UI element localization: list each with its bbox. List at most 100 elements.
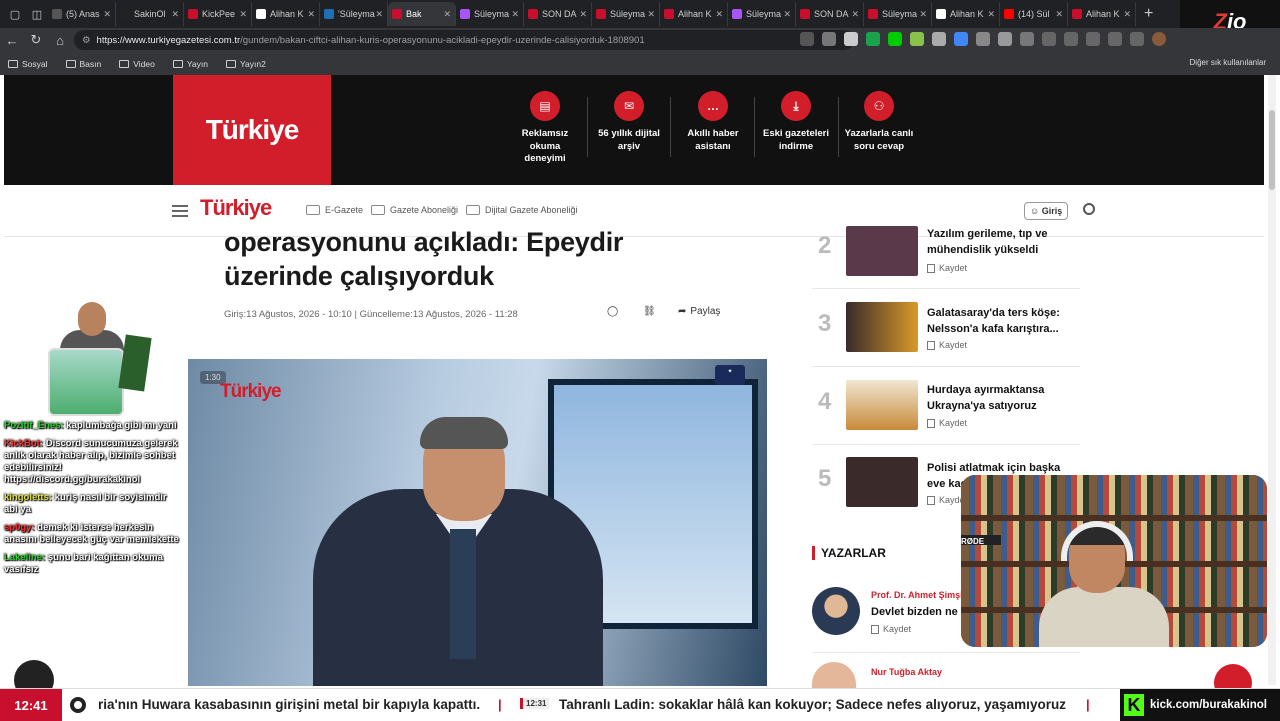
author-photo[interactable] xyxy=(812,587,860,635)
browser-tab[interactable]: Alihan K ✕ xyxy=(1068,2,1136,26)
close-icon[interactable]: ✕ xyxy=(987,9,995,20)
author-name[interactable]: Prof. Dr. Ahmet Şimşir xyxy=(871,590,966,600)
zoom-icon[interactable] xyxy=(800,32,814,46)
bookmark-folder[interactable]: Basın xyxy=(65,59,101,69)
scrollbar-thumb[interactable] xyxy=(1269,110,1275,190)
author-photo[interactable] xyxy=(812,662,856,688)
menu-icon[interactable] xyxy=(172,205,188,217)
close-icon[interactable]: ✕ xyxy=(443,9,451,20)
close-icon[interactable]: ✕ xyxy=(579,9,587,20)
news-thumbnail[interactable] xyxy=(846,302,918,352)
news-title[interactable]: Yazılım gerileme, tıp ve mühendislik yük… xyxy=(927,226,1077,258)
tab-group-icon[interactable]: ◫ xyxy=(26,3,48,25)
browser-tab[interactable]: SakinOl ✕ xyxy=(116,2,184,26)
browser-tab[interactable]: Süleyma ✕ xyxy=(728,2,796,26)
tab-menu-icon[interactable]: ▢ xyxy=(4,3,26,25)
browser-tab[interactable]: Süleyma ✕ xyxy=(456,2,524,26)
bookmark-folder[interactable]: Yayın xyxy=(172,59,208,69)
site-info-icon[interactable]: ⚙ xyxy=(82,35,91,46)
screenshot-icon[interactable] xyxy=(1130,32,1144,46)
url-field[interactable]: ⚙ https://www.turkiyegazetesi.com.tr/gun… xyxy=(74,30,854,50)
browser-tab[interactable]: (5) Anas ✕ xyxy=(48,2,116,26)
browser-tab[interactable]: Bak ✕ xyxy=(388,2,456,26)
feature-ad-free[interactable]: ▤ Reklamsız okuma deneyimi xyxy=(510,91,580,166)
favorites-icon[interactable] xyxy=(1042,32,1056,46)
close-icon[interactable]: ✕ xyxy=(783,9,791,20)
downloads-icon[interactable] xyxy=(1108,32,1122,46)
browser-tab[interactable]: Alihan K ✕ xyxy=(252,2,320,26)
nav-subscription[interactable]: Gazete Aboneliği xyxy=(371,205,458,215)
bookmark-folder[interactable]: Sosyal xyxy=(8,59,48,69)
article-video[interactable]: 1:30 Türkiye ✦ xyxy=(188,359,767,686)
close-icon[interactable]: ✕ xyxy=(239,9,247,20)
extension-icon[interactable] xyxy=(954,32,968,46)
news-thumbnail[interactable] xyxy=(846,226,918,276)
bookmark-folder[interactable]: Yayın2 xyxy=(225,59,266,69)
close-icon[interactable]: ✕ xyxy=(307,9,315,20)
browser-tab[interactable]: Süleyma ✕ xyxy=(864,2,932,26)
feature-old-papers[interactable]: ⤓ Eski gazeteleri indirme xyxy=(761,91,831,153)
nav-logo[interactable]: Türkiye xyxy=(200,195,272,221)
browser-tab[interactable]: 'Süleyma ✕ xyxy=(320,2,388,26)
browser-tab[interactable]: SON DA ✕ xyxy=(796,2,864,26)
nav-digital-subscription[interactable]: Dijital Gazete Aboneliği xyxy=(466,205,578,215)
browser-tab[interactable]: Alihan K ✕ xyxy=(932,2,1000,26)
share-button[interactable]: ➦ Paylaş xyxy=(678,306,720,317)
close-icon[interactable]: ✕ xyxy=(1055,9,1063,20)
home-icon[interactable]: ⌂ xyxy=(48,33,72,48)
feature-live-qa[interactable]: ⚇ Yazarlarla canlı soru cevap xyxy=(844,91,914,153)
feature-assistant[interactable]: … Akıllı haber asistanı xyxy=(678,91,748,153)
close-icon[interactable]: ✕ xyxy=(715,9,723,20)
close-icon[interactable]: ✕ xyxy=(647,9,655,20)
news-thumbnail[interactable] xyxy=(846,380,918,430)
collections-icon[interactable] xyxy=(1064,32,1078,46)
save-button[interactable]: Kaydet xyxy=(871,624,911,634)
extension-icon[interactable] xyxy=(976,32,990,46)
close-icon[interactable]: ✕ xyxy=(851,9,859,20)
save-button[interactable]: Kaydet xyxy=(927,340,967,350)
browser-tab[interactable]: KickPee ✕ xyxy=(184,2,252,26)
heart-icon[interactable] xyxy=(1086,32,1100,46)
author-article-title[interactable]: Devlet bizden ne i... xyxy=(871,606,973,618)
news-title[interactable]: Hurdaya ayırmaktansa Ukrayna'ya satıyoru… xyxy=(927,382,1077,414)
new-tab-button[interactable]: + xyxy=(1144,5,1153,23)
bookmark-folder[interactable]: Video xyxy=(119,59,155,69)
close-icon[interactable]: ✕ xyxy=(171,9,179,20)
brand-logo[interactable]: Türkiye xyxy=(173,75,331,185)
feature-archive[interactable]: ✉ 56 yıllık dijital arşiv xyxy=(594,91,664,153)
search-icon[interactable] xyxy=(1083,203,1095,215)
extension-icon[interactable] xyxy=(888,32,902,46)
browser-tab[interactable]: Alihan K ✕ xyxy=(660,2,728,26)
browser-tab[interactable]: SON DA ✕ xyxy=(524,2,592,26)
whatsapp-icon[interactable]: ◯ xyxy=(607,306,618,317)
folder-icon xyxy=(119,59,130,68)
puzzle-icon[interactable] xyxy=(998,32,1012,46)
close-icon[interactable]: ✕ xyxy=(511,9,519,20)
other-bookmarks[interactable]: Diğer sık kullanılanlar xyxy=(1190,58,1266,67)
login-button[interactable]: ☺ Giriş xyxy=(1024,202,1069,220)
back-icon[interactable]: ← xyxy=(0,33,24,48)
link-icon[interactable]: ⛓ xyxy=(643,306,656,317)
news-thumbnail[interactable] xyxy=(846,457,918,507)
extension-icon[interactable] xyxy=(932,32,946,46)
close-icon[interactable]: ✕ xyxy=(1123,9,1131,20)
extension-icon[interactable] xyxy=(910,32,924,46)
bookmark-star-icon[interactable] xyxy=(844,32,858,46)
close-icon[interactable]: ✕ xyxy=(103,9,111,20)
browser-tab[interactable]: (14) Sül ✕ xyxy=(1000,2,1068,26)
reload-icon[interactable]: ↻ xyxy=(24,32,48,48)
reader-icon[interactable] xyxy=(822,32,836,46)
split-icon[interactable] xyxy=(1020,32,1034,46)
folder-icon xyxy=(65,59,76,68)
nav-e-gazete[interactable]: E-Gazete xyxy=(306,205,363,215)
close-icon[interactable]: ✕ xyxy=(919,9,927,20)
close-icon[interactable]: ✕ xyxy=(375,9,383,20)
save-button[interactable]: Kaydet xyxy=(927,418,967,428)
avatar[interactable] xyxy=(1152,32,1166,46)
browser-tab[interactable]: Süleyma ✕ xyxy=(592,2,660,26)
extension-icon[interactable] xyxy=(866,32,880,46)
author-name[interactable]: Nur Tuğba Aktay xyxy=(871,667,942,677)
news-title[interactable]: Galatasaray'da ters köşe: Nelsson'a kafa… xyxy=(927,305,1077,337)
sparkle-icon[interactable]: ✦ xyxy=(715,365,745,385)
save-button[interactable]: Kaydet xyxy=(927,263,967,273)
